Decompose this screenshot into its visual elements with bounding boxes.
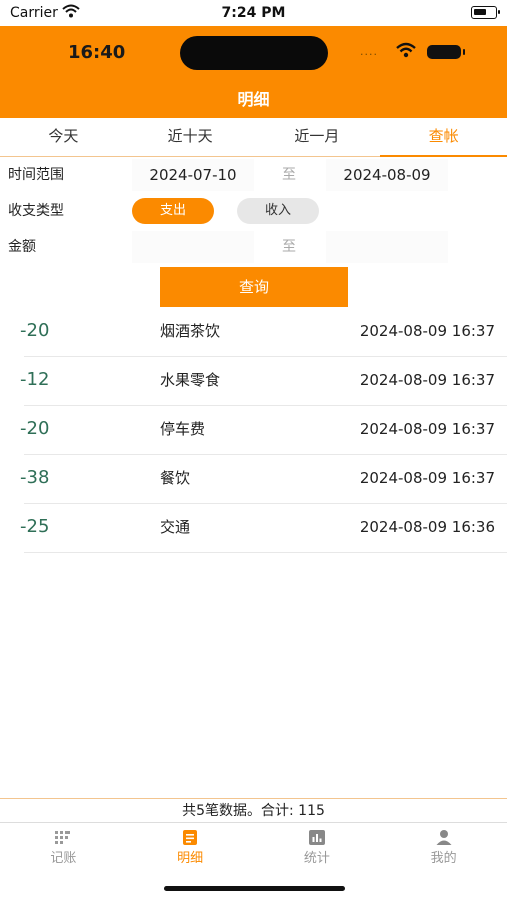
record-time: 2024-08-09 16:37 [359,469,495,487]
nav-item-statistics[interactable]: 统计 [254,823,381,871]
record-time: 2024-08-09 16:37 [359,420,495,438]
record-category: 交通 [160,518,191,536]
system-time: 7:24 PM [221,5,286,21]
tab-last-ten-days[interactable]: 近十天 [127,118,254,156]
expense-toggle[interactable]: 支出 [132,198,214,224]
signal-icon: ···· [360,48,378,61]
start-date-field[interactable]: 2024-07-10 [132,159,254,191]
person-icon [436,830,452,845]
device-wifi-icon [396,42,416,58]
tab-query[interactable]: 查帐 [380,118,507,157]
tab-today[interactable]: 今天 [0,118,127,156]
list-item[interactable]: -20 烟酒茶饮 2024-08-09 16:37 [0,308,507,357]
bottom-nav: 记账 明细 统计 我的 [0,822,507,871]
time-range-row: 时间范围 2024-07-10 至 2024-08-09 [0,157,507,193]
dynamic-island [180,36,328,70]
record-amount: -12 [20,369,50,390]
list-item[interactable]: -25 交通 2024-08-09 16:36 [0,504,507,553]
record-time: 2024-08-09 16:37 [359,322,495,340]
date-separator: 至 [282,167,296,183]
record-amount: -25 [20,516,50,537]
nav-label: 统计 [303,851,330,866]
record-amount: -38 [20,467,50,488]
nav-label: 记账 [50,851,77,866]
device-battery-icon [427,45,465,59]
home-indicator [164,886,345,891]
records-list: -20 烟酒茶饮 2024-08-09 16:37 -12 水果零食 2024-… [0,308,507,553]
amount-row: 金额 至 [0,229,507,265]
battery-icon [471,6,500,19]
record-time: 2024-08-09 16:36 [359,518,495,536]
record-category: 停车费 [160,420,206,438]
app-header: 16:40 ···· 明细 [0,26,507,118]
nav-label: 我的 [430,851,457,866]
record-amount: -20 [20,320,50,341]
tab-last-month[interactable]: 近一月 [254,118,381,156]
record-time: 2024-08-09 16:37 [359,371,495,389]
list-item[interactable]: -12 水果零食 2024-08-09 16:37 [0,357,507,406]
system-status-bar: Carrier 7:24 PM [0,0,507,26]
record-category: 餐饮 [160,469,191,487]
list-item[interactable]: -38 餐饮 2024-08-09 16:37 [0,455,507,504]
receipt-icon [183,830,198,845]
record-category: 烟酒茶饮 [160,322,221,340]
summary-text: 共5笔数据。合计: 115 [0,798,507,823]
device-time: 16:40 [68,42,126,63]
keypad-icon [55,831,71,844]
min-amount-field[interactable] [132,231,254,263]
nav-item-details[interactable]: 明细 [127,823,254,871]
record-category: 水果零食 [160,371,221,389]
query-button[interactable]: 查询 [160,267,348,307]
nav-item-bookkeeping[interactable]: 记账 [0,823,127,871]
type-row: 收支类型 支出 收入 [0,193,507,229]
nav-label: 明细 [177,851,204,866]
bar-chart-icon [308,830,325,845]
time-range-label: 时间范围 [8,167,64,183]
end-date-field[interactable]: 2024-08-09 [326,159,448,191]
record-amount: -20 [20,418,50,439]
page-title: 明细 [237,90,270,109]
income-toggle[interactable]: 收入 [237,198,319,224]
list-item[interactable]: -20 停车费 2024-08-09 16:37 [0,406,507,455]
amount-label: 金额 [8,239,36,255]
type-label: 收支类型 [8,203,64,219]
amount-separator: 至 [282,239,296,255]
max-amount-field[interactable] [326,231,448,263]
nav-item-mine[interactable]: 我的 [380,823,507,871]
period-tabs: 今天 近十天 近一月 查帐 [0,118,507,157]
